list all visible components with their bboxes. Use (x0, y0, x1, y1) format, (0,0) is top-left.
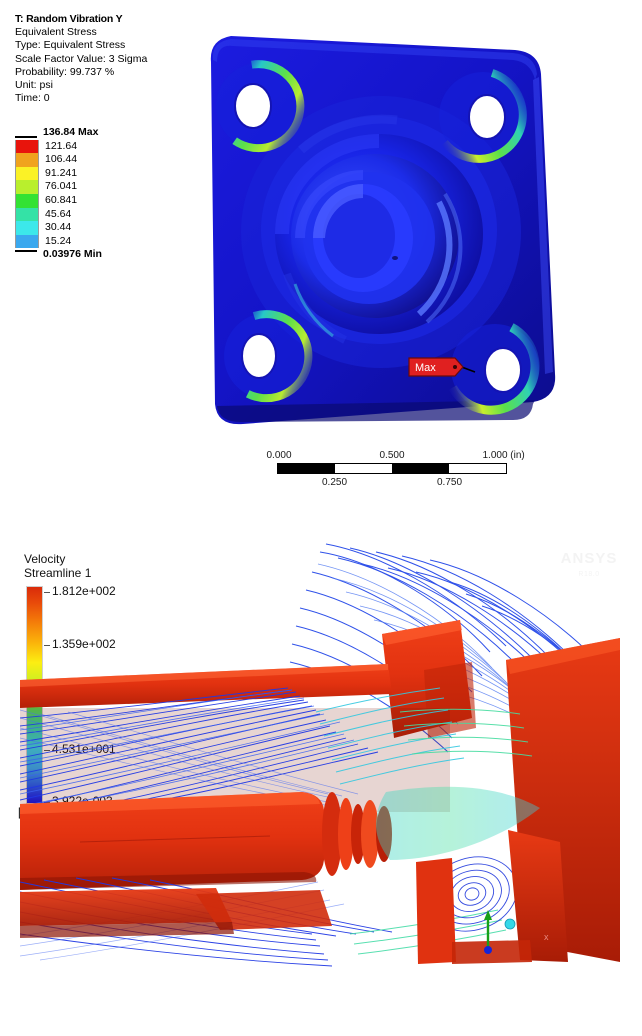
fea-scale-seg (392, 464, 449, 473)
fea-tick-0: 0.000 (266, 450, 292, 461)
fea-title: T: Random Vibration Y (15, 13, 123, 25)
fea-tick-050: 0.500 (379, 450, 405, 461)
fea-legend-label: 0.03976 Min (43, 248, 102, 261)
fea-info-block: T: Random Vibration Y Equivalent Stress … (15, 13, 190, 105)
fea-scale-track (277, 463, 507, 474)
fea-scale-bottom-ticks: 0.250 0.750 (277, 477, 507, 490)
fea-time: Time: 0 (15, 92, 50, 105)
fea-model-svg: Max (210, 36, 556, 425)
fea-legend-swatch (15, 234, 39, 249)
fea-scale-factor: Scale Factor Value: 3 Sigma (15, 52, 148, 65)
fea-legend-label: 15.24 (45, 234, 72, 247)
ansys-release: R18.0 (578, 571, 600, 578)
fea-legend-swatch (15, 248, 37, 253)
fea-legend-swatch (15, 139, 39, 154)
fea-legend-label: 76.041 (45, 180, 78, 193)
fea-scale-seg (335, 464, 392, 473)
fea-legend-swatch (15, 153, 39, 167)
cfd-result-panel: Velocity Streamline 1 1.812e+002 1.359e+… (0, 520, 642, 1036)
fea-legend-swatch (15, 166, 39, 181)
fea-scale-bar: 0.000 0.500 1.000 (in) 0.250 0.750 (266, 450, 524, 490)
fea-scale-top-ticks: 0.000 0.500 1.000 (in) (266, 450, 524, 463)
fea-legend-swatch (15, 180, 39, 194)
fea-result-name: Equivalent Stress (15, 26, 97, 39)
fea-probability: Probability: 99.737 % (15, 65, 115, 78)
fea-unit: Unit: psi (15, 79, 53, 92)
fea-3d-model-viewport[interactable]: Max (183, 22, 583, 437)
ansys-brand: ANSYS (560, 550, 618, 567)
fea-legend-swatch (15, 207, 39, 222)
fea-legend-label: 45.64 (45, 207, 72, 220)
fea-tick-025: 0.250 (321, 477, 348, 488)
axis-label-x: x (544, 932, 549, 942)
fea-legend-label: 136.84 Max (43, 126, 99, 138)
fea-legend-swatch (15, 193, 39, 208)
fea-legend-label: 106.44 (45, 153, 78, 166)
fea-legend-label: 121.64 (45, 139, 78, 152)
fea-scale-seg (449, 464, 506, 473)
cfd-model-svg: x (20, 543, 620, 967)
ansys-watermark: ANSYS R18.0 (552, 550, 626, 578)
fea-scale-seg (278, 464, 335, 473)
fea-tick-100: 1.000 (in) (482, 450, 525, 461)
fea-result-type: Type: Equivalent Stress (15, 39, 126, 52)
fea-legend-label: 60.841 (45, 193, 78, 206)
fea-legend-swatch (15, 221, 39, 235)
max-annotation-label: Max (415, 362, 436, 374)
fea-tick-075: 0.750 (436, 477, 463, 488)
cfd-3d-model-viewport[interactable]: x (20, 542, 620, 972)
fea-legend-label: 91.241 (45, 166, 78, 179)
fea-legend-label: 30.44 (45, 221, 72, 234)
fea-result-panel: T: Random Vibration Y Equivalent Stress … (0, 0, 642, 520)
cfd-inner-plug (20, 792, 392, 890)
